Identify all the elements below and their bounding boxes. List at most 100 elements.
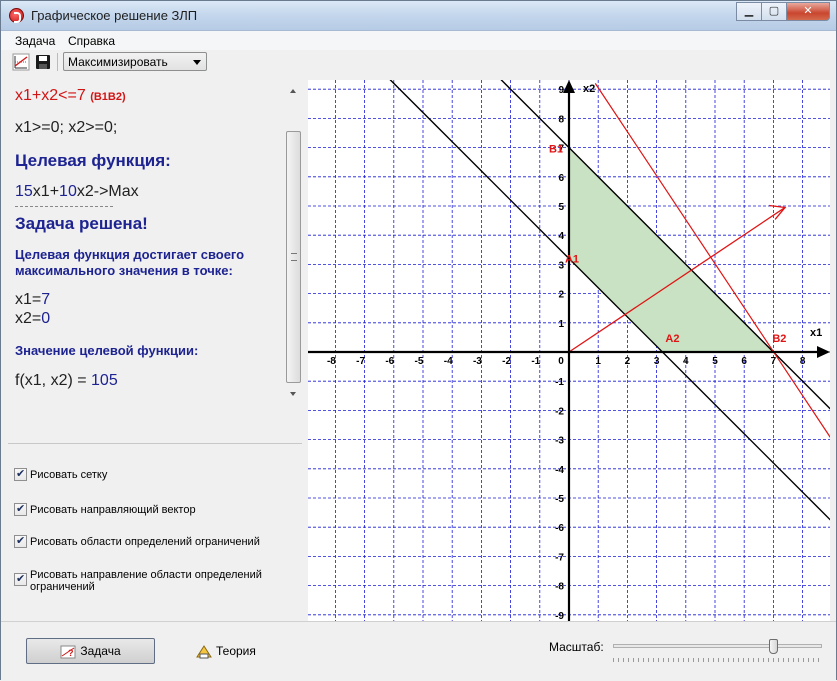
y-tick-label: -7 <box>555 552 564 563</box>
scale-slider-thumb[interactable] <box>769 639 778 654</box>
objective-var-1: x1+ <box>32 183 60 200</box>
menu-bar: Задача Справка <box>1 31 836 50</box>
close-button[interactable]: ✕ <box>786 2 830 21</box>
y-tick-label: -1 <box>555 377 564 388</box>
point-label-a2: A2 <box>665 333 679 345</box>
checkbox-draw-grid[interactable] <box>14 467 27 481</box>
scale-slider-rail <box>613 644 822 648</box>
x-tick-label: 8 <box>800 356 806 367</box>
option-draw-grid-label: Рисовать сетку <box>30 469 108 481</box>
y-tick-label: 1 <box>558 319 564 330</box>
objective-coef-2: 10 <box>59 183 77 200</box>
x-tick-label: -6 <box>385 356 394 367</box>
mode-select[interactable]: Максимизировать <box>63 52 207 71</box>
theory-button-label: Теория <box>216 644 256 658</box>
theory-button[interactable]: Теория <box>196 638 286 664</box>
toolbar-separator <box>57 53 58 71</box>
minimize-button[interactable]: ▁ <box>736 2 762 21</box>
separator-line <box>15 206 113 207</box>
y-tick-label: 5 <box>558 202 564 213</box>
y-tick-label: 2 <box>558 290 564 301</box>
y-tick-label: 3 <box>558 260 564 271</box>
svg-text:?: ? <box>68 648 74 658</box>
x2-value: 0 <box>41 310 51 327</box>
tick-label-origin: 0 <box>558 356 564 367</box>
scroll-down-icon[interactable] <box>290 392 296 396</box>
maximize-button[interactable]: ▢ <box>761 2 787 21</box>
y-tick-label: -4 <box>555 465 564 476</box>
objective-rest: x2->Max <box>76 183 139 200</box>
hatch-band-a1a2 <box>393 83 830 520</box>
objective-function: 15x1+10x2->Max <box>15 183 139 201</box>
point-label-b2: B2 <box>772 333 786 345</box>
app-icon <box>9 8 24 23</box>
grip-icon <box>291 253 297 261</box>
x-tick-label: 1 <box>595 356 601 367</box>
x2-label: x2= <box>15 310 42 327</box>
checkbox-draw-vector[interactable] <box>14 502 27 516</box>
constraint-row: x1+x2<=7 (B1B2) <box>15 87 126 105</box>
y-tick-label: -9 <box>555 611 564 621</box>
option-draw-direction-line-1: Рисовать направление области определений <box>30 569 262 581</box>
scrollbar-thumb[interactable] <box>286 131 301 383</box>
text-scrollbar[interactable] <box>285 81 302 403</box>
title-bar: Графическое решение ЗЛП ▁ ▢ ✕ <box>1 1 836 31</box>
y-tick-label: 6 <box>558 173 564 184</box>
app-window: Графическое решение ЗЛП ▁ ▢ ✕ Задача Спр… <box>0 0 837 681</box>
chevron-down-icon <box>193 60 201 65</box>
y-axis-label: x2 <box>583 83 595 95</box>
point-label-a1: A1 <box>565 254 579 266</box>
x-tick-label: 6 <box>741 356 747 367</box>
task-button[interactable]: ? Задача <box>26 638 155 664</box>
option-draw-regions-label: Рисовать области определений ограничений <box>30 536 260 548</box>
solution-text-panel: x1+x2<=7 (B1B2) x1>=0; x2>=0; Целевая фу… <box>8 81 302 407</box>
graph-canvas[interactable]: x1x2 -9-8-7-6-5-4-3-2-101234567812345678… <box>308 80 830 621</box>
option-draw-vector-label: Рисовать направляющий вектор <box>30 504 196 516</box>
menu-task[interactable]: Задача <box>15 34 55 48</box>
x-tick-label: -1 <box>531 356 540 367</box>
scale-slider[interactable] <box>613 639 822 662</box>
y-tick-label: -6 <box>555 523 564 534</box>
function-result: 105 <box>91 372 118 389</box>
checkbox-draw-regions[interactable] <box>14 534 27 548</box>
x-axis-label: x1 <box>810 327 822 339</box>
x1-value: 7 <box>41 291 51 308</box>
x1-label: x1= <box>15 291 42 308</box>
y-tick-label: 8 <box>558 114 564 125</box>
scale-label: Масштаб: <box>549 640 604 654</box>
checkbox-draw-direction[interactable] <box>14 572 27 586</box>
y-tick-label: -3 <box>555 436 564 447</box>
window-title: Графическое решение ЗЛП <box>31 8 198 23</box>
option-draw-direction-label: Рисовать направление области определений… <box>30 569 262 593</box>
y-tick-label: -8 <box>555 582 564 593</box>
function-value-heading: Значение целевой функции: <box>15 343 199 358</box>
objective-coef-1: 15 <box>15 183 33 200</box>
y-axis-arrow <box>563 80 575 93</box>
x2-result: x2=0 <box>15 310 50 328</box>
x1-result: x1=7 <box>15 291 50 309</box>
x-tick-label: 2 <box>625 356 631 367</box>
y-tick-label: 9 <box>558 85 564 96</box>
option-draw-direction-line-2: ограничений <box>30 581 95 593</box>
max-reached-line-2: максимального значения в точке: <box>15 263 233 278</box>
chart-icon[interactable] <box>12 53 30 71</box>
y-tick-label: 4 <box>558 231 564 242</box>
x-tick-label: -7 <box>356 356 365 367</box>
max-reached-line-1: Целевая функция достигает своего <box>15 247 245 262</box>
scale-slider-ticks <box>613 658 822 662</box>
window-controls: ▁ ▢ ✕ <box>736 2 830 21</box>
menu-help[interactable]: Справка <box>68 34 115 48</box>
scroll-up-icon[interactable] <box>290 89 296 93</box>
save-icon[interactable] <box>34 53 52 71</box>
mode-select-value: Максимизировать <box>68 55 168 69</box>
graph-svg: x1x2 -9-8-7-6-5-4-3-2-101234567812345678… <box>308 80 830 621</box>
constraint-tag: (B1B2) <box>90 91 126 103</box>
x-tick-label: -5 <box>415 356 424 367</box>
objective-heading: Целевая функция: <box>15 151 171 170</box>
theory-icon <box>196 644 212 659</box>
x-tick-label: -4 <box>444 356 453 367</box>
y-tick-label: -2 <box>555 406 564 417</box>
solved-status: Задача решена! <box>15 214 148 233</box>
x-axis-arrow <box>817 346 830 358</box>
x-tick-label: -8 <box>327 356 336 367</box>
